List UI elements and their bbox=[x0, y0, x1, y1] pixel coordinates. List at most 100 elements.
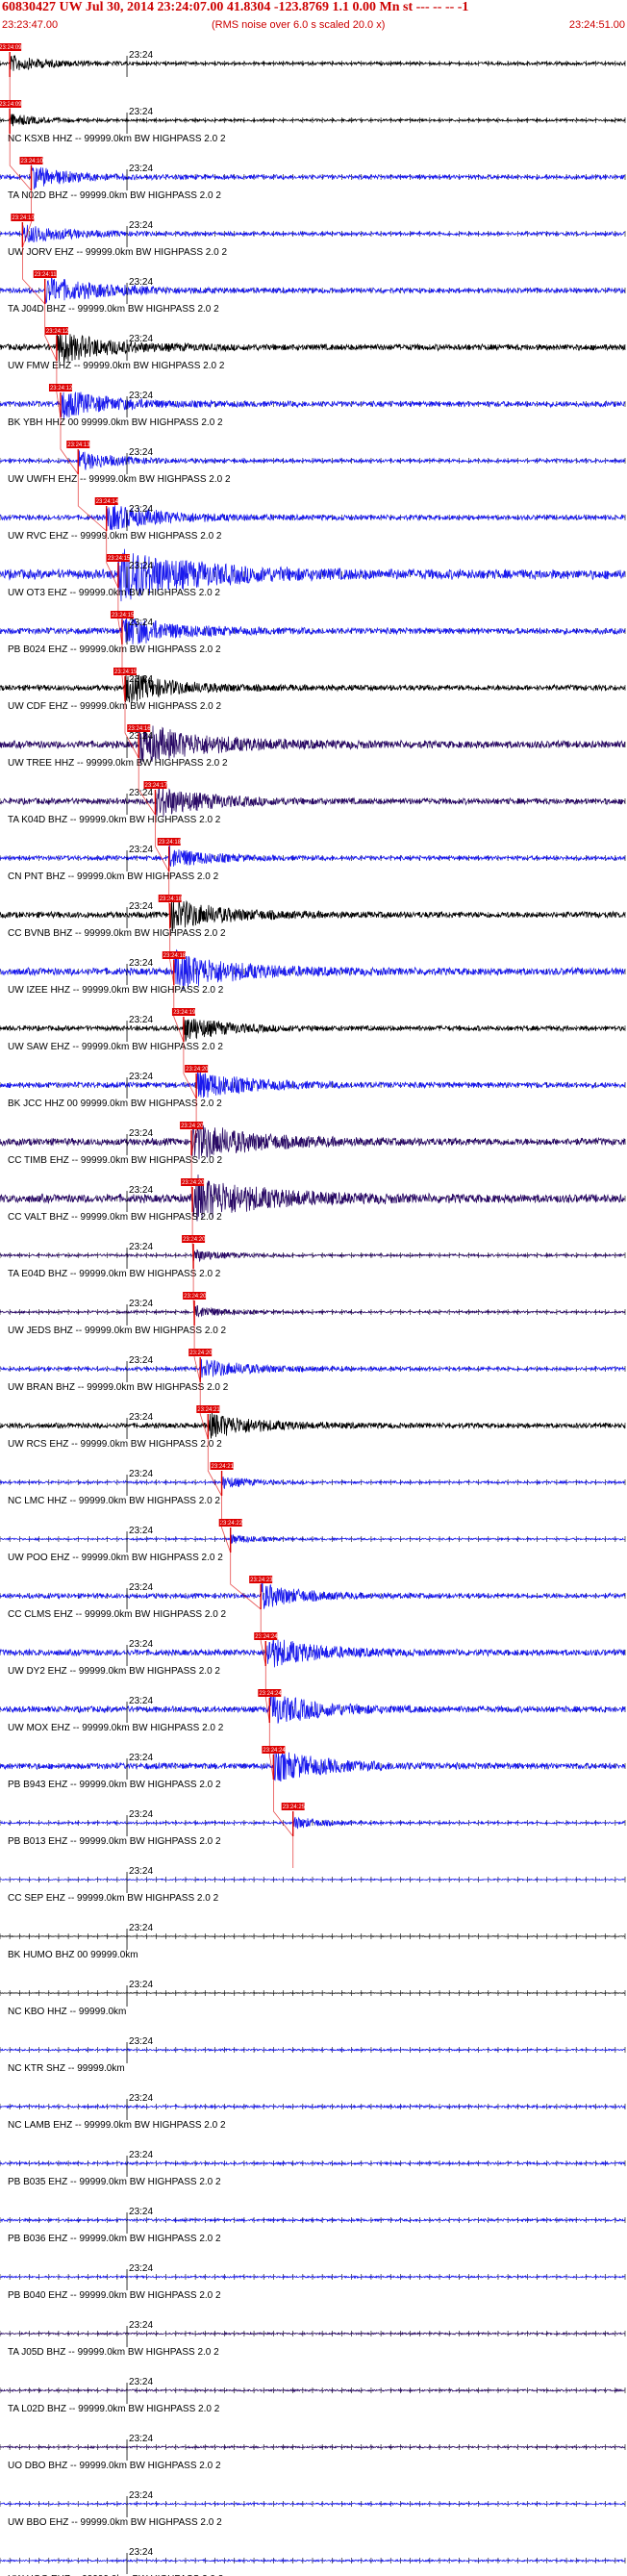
pick-label: 23:24:09 bbox=[0, 45, 22, 51]
waveform bbox=[0, 1534, 626, 1544]
station-label: UW JEDS BHZ -- 99999.0km BW HIGHPASS 2.0… bbox=[8, 1326, 227, 1336]
trace-26: 23:24 UW POO EHZ -- 99999.0km BW HIGHPASS… bbox=[0, 1519, 626, 1563]
waveform bbox=[0, 505, 626, 531]
trace-22: 23:24 UW JEDS BHZ -- 99999.0km BW HIGHPAS… bbox=[0, 1292, 626, 1336]
minute-label: 23:24 bbox=[129, 1128, 153, 1139]
station-label: UW UWFH EHZ -- 99999.0km BW HIGHPASS 2.0… bbox=[8, 474, 231, 485]
pick-label: 23:24:21 bbox=[197, 1407, 220, 1413]
minute-label: 23:24 bbox=[129, 1923, 153, 1933]
pick-label: 23:24:12 bbox=[46, 329, 69, 335]
trace-19: 23:24 CC TIMB EHZ -- 99999.0km BW HIGHPAS… bbox=[0, 1122, 626, 1166]
minute-label: 23:24 bbox=[129, 901, 153, 912]
station-label: UW SAW EHZ -- 99999.0km BW HIGHPASS 2.0 … bbox=[8, 1042, 223, 1052]
station-label: PB B943 EHZ -- 99999.0km BW HIGHPASS 2.0… bbox=[8, 1780, 221, 1790]
trace-23: 23:24 UW BRAN BHZ -- 99999.0km BW HIGHPAS… bbox=[0, 1349, 626, 1393]
pick-label: 23:24:22 bbox=[220, 1521, 243, 1527]
station-label: PB B024 EHZ -- 99999.0km BW HIGHPASS 2.0… bbox=[8, 644, 221, 655]
minute-label: 23:24 bbox=[129, 1866, 153, 1877]
waveform bbox=[0, 1358, 626, 1379]
trace-24: 23:24 UW RCS EHZ -- 99999.0km BW HIGHPASS… bbox=[0, 1405, 626, 1450]
trace-25: 23:24 NC LMC HHZ -- 99999.0km BW HIGHPASS… bbox=[0, 1462, 626, 1506]
minute-label: 23:24 bbox=[129, 1072, 153, 1082]
trace-40: 23:24 TA J05D BHZ -- 99999.0km BW HIGHPAS… bbox=[0, 2320, 626, 2358]
trace-36: 23:24 NC LAMB EHZ -- 99999.0km BW HIGHPAS… bbox=[0, 2093, 626, 2131]
minute-label: 23:24 bbox=[129, 1526, 153, 1536]
trace-27: 23:24 CC CLMS EHZ -- 99999.0km BW HIGHPAS… bbox=[0, 1576, 626, 1620]
trace-13: 23:24TA K04D BHZ -- 99999.0km BW HIGHPAS… bbox=[0, 781, 626, 825]
minute-label: 23:24 bbox=[129, 1809, 153, 1820]
trace-34: 23:24 NC KBO HHZ -- 99999.0km bbox=[0, 1980, 626, 2017]
trace-1: 23:24 NC KSXB HHZ -- 99999.0km BW HIGHPAS… bbox=[0, 100, 626, 144]
pick-label: 23:24:13 bbox=[67, 442, 90, 448]
pick-label: 23:24:15 bbox=[112, 613, 135, 619]
waveform bbox=[0, 276, 625, 305]
minute-label: 23:24 bbox=[129, 1469, 153, 1479]
pick-label: 23:24:18 bbox=[160, 897, 183, 902]
waveform bbox=[0, 1411, 626, 1439]
station-label: UW TREE HHZ -- 99999.0km BW HIGHPASS 2.0… bbox=[8, 758, 228, 769]
minute-label: 23:24 bbox=[129, 2036, 153, 2047]
seismogram-plot: 23:24 23:24:09 23:24 NC KSXB HHZ -- 99999.0… bbox=[0, 43, 626, 2576]
waveform bbox=[0, 224, 625, 243]
waveform bbox=[0, 1749, 626, 1782]
minute-label: 23:24 bbox=[129, 164, 153, 174]
station-label: UW JORV EHZ -- 99999.0km BW HIGHPASS 2.0… bbox=[8, 247, 227, 258]
trace-17: 23:24 UW SAW EHZ -- 99999.0km BW HIGHPASS… bbox=[0, 1008, 626, 1052]
station-label: BK YBH HHZ 00 99999.0km BW HIGHPASS 2.0 … bbox=[8, 417, 223, 428]
pick-label: 23:24:15 bbox=[114, 669, 138, 675]
pick-label: 23:24:24 bbox=[259, 1691, 282, 1697]
trace-38: 23:24 PB B036 EHZ -- 99999.0km BW HIGHPAS… bbox=[0, 2207, 626, 2244]
pick-label: 23:24:09 bbox=[0, 102, 22, 108]
pick-label: 23:24:11 bbox=[35, 272, 58, 278]
station-label: TA E04D BHZ -- 99999.0km BW HIGHPASS 2.0… bbox=[8, 1269, 221, 1279]
minute-label: 23:24 bbox=[129, 220, 153, 231]
minute-label: 23:24 bbox=[129, 391, 153, 401]
trace-11: 23:24 UW CDF EHZ -- 99999.0km BW HIGHPASS… bbox=[0, 668, 626, 712]
station-label: TA N02D BHZ -- 99999.0km BW HIGHPASS 2.0… bbox=[8, 190, 221, 201]
pick-label: 23:24:10 bbox=[21, 159, 44, 164]
station-label: PB B036 EHZ -- 99999.0km BW HIGHPASS 2.0… bbox=[8, 2234, 221, 2244]
minute-label: 23:24 bbox=[129, 504, 153, 515]
minute-label: 23:24 bbox=[129, 2434, 153, 2444]
trace-5: 23:24 UW FMW EHZ -- 99999.0km BW HIGHPASS… bbox=[0, 327, 626, 371]
minute-label: 23:24 bbox=[129, 50, 153, 61]
pick-label: 23:24:17 bbox=[144, 783, 167, 789]
minute-label: 23:24 bbox=[129, 277, 153, 288]
minute-label: 23:24 bbox=[129, 334, 153, 344]
station-label: PB B013 EHZ -- 99999.0km BW HIGHPASS 2.0… bbox=[8, 1836, 221, 1847]
minute-label: 23:24 bbox=[129, 1299, 153, 1309]
waveform bbox=[0, 450, 626, 470]
pick-label: 23:24:20 bbox=[189, 1351, 213, 1356]
minute-label: 23:24 bbox=[129, 2377, 153, 2387]
station-label: UW RCS EHZ -- 99999.0km BW HIGHPASS 2.0 … bbox=[8, 1439, 222, 1450]
pick-label: 23:24:20 bbox=[181, 1124, 204, 1129]
trace-18: 23:24 BK JCC HHZ 00 99999.0km BW HIGHPASS… bbox=[0, 1065, 626, 1109]
station-label: TA L02D BHZ -- 99999.0km BW HIGHPASS 2.0… bbox=[8, 2404, 220, 2414]
station-label: UW FMW EHZ -- 99999.0km BW HIGHPASS 2.0 … bbox=[8, 361, 225, 371]
trace-42: 23:24 UO DBO BHZ -- 99999.0km BW HIGHPASS… bbox=[0, 2434, 626, 2471]
station-label: UW BRAN BHZ -- 99999.0km BW HIGHPASS 2.0… bbox=[8, 1382, 229, 1393]
trace-28: 23:24 UW DY2 EHZ -- 99999.0km BW HIGHPASS… bbox=[0, 1632, 626, 1677]
waveform bbox=[0, 786, 626, 818]
waveform bbox=[0, 672, 626, 703]
station-label: UW DY2 EHZ -- 99999.0km BW HIGHPASS 2.0 … bbox=[8, 1666, 220, 1677]
station-label: PB B040 EHZ -- 99999.0km BW HIGHPASS 2.0… bbox=[8, 2290, 221, 2301]
trace-29: 23:24 UW MOX EHZ -- 99999.0km BW HIGHPASS… bbox=[0, 1689, 626, 1733]
minute-label: 23:24 bbox=[129, 1185, 153, 1196]
waveform bbox=[0, 1582, 626, 1609]
trace-9: 23:24 UW OT3 EHZ -- 99999.0km BW HIGHPASS… bbox=[0, 548, 626, 602]
waveform bbox=[0, 1638, 626, 1668]
pick-label: 23:24:14 bbox=[96, 499, 119, 505]
minute-label: 23:24 bbox=[129, 1412, 153, 1423]
trace-30: 23:24 PB B943 EHZ -- 99999.0km BW HIGHPAS… bbox=[0, 1746, 626, 1790]
pick-label: 23:24:20 bbox=[182, 1180, 205, 1186]
waveform bbox=[0, 948, 626, 990]
trace-14: 23:24 CN PNT BHZ -- 99999.0km BW HIGHPASS… bbox=[0, 838, 626, 882]
station-label: BK HUMO BHZ 00 99999.0km bbox=[8, 1950, 138, 1960]
trace-35: 23:24 NC KTR SHZ -- 99999.0km bbox=[0, 2036, 626, 2074]
station-label: UW BBO EHZ -- 99999.0km BW HIGHPASS 2.0 … bbox=[8, 2517, 222, 2528]
trace-12: 23:24 UW TREE HHZ -- 99999.0km BW HIGHPAS… bbox=[0, 723, 626, 769]
station-label: UW POO EHZ -- 99999.0km BW HIGHPASS 2.0 … bbox=[8, 1553, 223, 1563]
trace-33: 23:24 BK HUMO BHZ 00 99999.0km bbox=[0, 1923, 626, 1960]
trace-41: 23:24 TA L02D BHZ -- 99999.0km BW HIGHPAS… bbox=[0, 2377, 626, 2414]
